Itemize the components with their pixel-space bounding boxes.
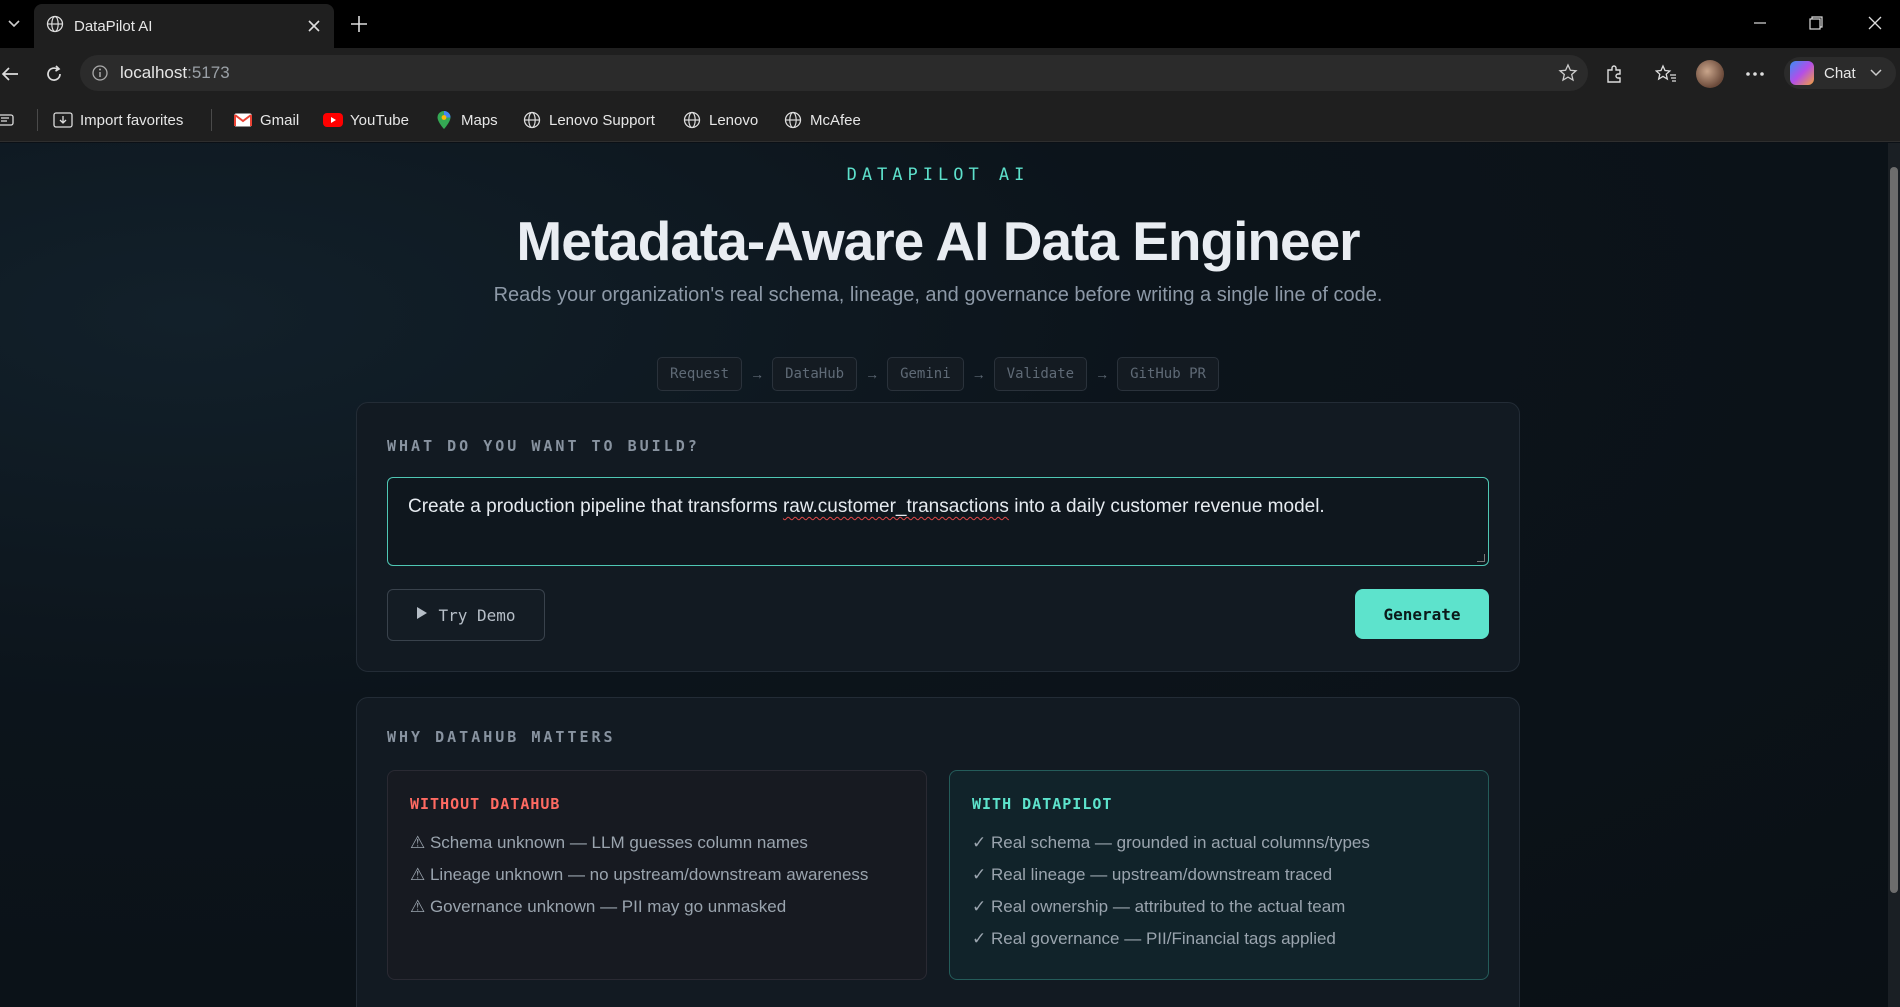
step-github-pr: GitHub PR	[1117, 357, 1219, 391]
url-text: localhost:5173	[120, 63, 230, 83]
with-item: ✓ Real ownership — attributed to the act…	[972, 897, 1346, 916]
address-bar[interactable]: localhost:5173	[80, 55, 1588, 91]
profile-avatar[interactable]	[1696, 60, 1724, 88]
step-arrow: →	[865, 366, 880, 382]
browser-toolbar: localhost:5173 Chat	[0, 48, 1900, 98]
step-arrow: →	[1095, 366, 1110, 382]
more-options-icon[interactable]	[1741, 60, 1769, 88]
bookmark-label: Gmail	[260, 111, 300, 129]
with-item: ✓ Real schema — grounded in actual colum…	[972, 833, 1370, 852]
bookmark-gmail[interactable]: Gmail	[233, 108, 299, 132]
step-arrow: →	[750, 366, 765, 382]
maps-pin-icon	[434, 110, 454, 130]
favorites-list-icon[interactable]	[1652, 60, 1680, 88]
back-arrow-icon[interactable]	[0, 60, 24, 88]
brand-eyebrow: DATAPILOT AI	[846, 165, 1030, 185]
without-datahub-panel: WITHOUT DATAHUB ⚠ Schema unknown — LLM g…	[387, 770, 927, 980]
bookmark-label: Lenovo	[709, 111, 759, 129]
bookmark-label: Import favorites	[80, 111, 184, 129]
import-favorites-icon	[53, 110, 73, 130]
bookmark-label: Maps	[461, 111, 498, 129]
bookmark-maps[interactable]: Maps	[434, 108, 498, 132]
favorite-star-icon[interactable]	[1556, 61, 1580, 85]
bookmark-mcafee[interactable]: McAfee	[783, 108, 861, 132]
bookmark-separator	[37, 109, 38, 131]
play-icon	[416, 606, 428, 624]
without-item: ⚠ Lineage unknown — no upstream/downstre…	[410, 865, 869, 884]
bookmark-lenovo-support[interactable]: Lenovo Support	[522, 108, 655, 132]
bookmark-label: McAfee	[810, 111, 861, 129]
scrollbar-thumb[interactable]	[1890, 167, 1898, 893]
gmail-icon	[233, 110, 253, 130]
copilot-icon	[1790, 61, 1814, 85]
bookmark-label: YouTube	[350, 111, 409, 129]
with-datapilot-panel: WITH DATAPILOT ✓ Real schema — grounded …	[949, 770, 1489, 980]
without-datahub-title: WITHOUT DATAHUB	[410, 795, 561, 813]
prompt-spellcheck-word: raw.customer_transactions	[782, 496, 1009, 517]
step-request: Request	[657, 357, 743, 391]
with-datapilot-title: WITH DATAPILOT	[972, 795, 1113, 813]
step-validate: Validate	[993, 357, 1088, 391]
page-title: Metadata-Aware AI Data Engineer	[516, 210, 1360, 272]
step-datahub: DataHub	[772, 357, 858, 391]
build-prompt-textarea[interactable]: Create a production pipeline that transf…	[387, 477, 1489, 566]
extensions-puzzle-icon[interactable]	[1600, 60, 1628, 88]
page-subtitle: Reads your organization's real schema, l…	[493, 284, 1383, 306]
site-info-icon[interactable]	[90, 63, 110, 83]
try-demo-button[interactable]: Try Demo	[387, 589, 545, 641]
new-tab-plus-icon[interactable]	[344, 10, 374, 38]
chevron-down-icon[interactable]	[1870, 66, 1882, 81]
url-host: localhost	[120, 63, 188, 82]
page-viewport: DATAPILOT AI Metadata-Aware AI Data Engi…	[0, 143, 1900, 1007]
generate-button[interactable]: Generate	[1355, 589, 1489, 639]
youtube-icon	[323, 110, 343, 130]
globe-icon	[46, 15, 64, 38]
restore-icon[interactable]	[1796, 8, 1836, 38]
prompt-text-end: into a daily customer revenue model.	[1008, 496, 1325, 517]
browser-tab-bar: DataPilot AI	[0, 0, 1900, 48]
tab-actions-chevron-icon[interactable]	[0, 10, 28, 38]
bookmark-youtube[interactable]: YouTube	[323, 108, 409, 132]
chat-label: Chat	[1824, 64, 1856, 82]
globe-icon	[783, 110, 803, 130]
globe-icon	[522, 110, 542, 130]
bookmark-label: Lenovo Support	[549, 111, 655, 129]
without-item: ⚠ Governance unknown — PII may go unmask…	[410, 897, 787, 916]
bookmarks-collection-icon[interactable]	[0, 108, 16, 132]
bookmark-lenovo[interactable]: Lenovo	[682, 108, 758, 132]
try-demo-label: Try Demo	[438, 605, 516, 625]
why-datahub-label: WHY DATAHUB MATTERS	[387, 728, 616, 746]
pipeline-steps: Request → DataHub → Gemini → Validate → …	[0, 357, 1876, 391]
tab-title: DataPilot AI	[74, 17, 153, 35]
step-arrow: →	[971, 366, 986, 382]
build-card: WHAT DO YOU WANT TO BUILD? Create a prod…	[356, 402, 1520, 672]
minimize-icon[interactable]	[1740, 8, 1780, 38]
bookmarks-bar: Import favorites Gmail YouTube Maps Leno…	[0, 98, 1900, 142]
prompt-text-start: Create a production pipeline that transf…	[408, 496, 783, 517]
generate-label: Generate	[1383, 604, 1461, 624]
globe-icon	[682, 110, 702, 130]
tab-active[interactable]: DataPilot AI	[34, 4, 334, 48]
reload-icon[interactable]	[40, 60, 68, 88]
with-item: ✓ Real governance — PII/Financial tags a…	[972, 929, 1336, 948]
bookmark-separator	[211, 109, 212, 131]
step-gemini: Gemini	[887, 357, 964, 391]
tab-close-icon[interactable]	[300, 12, 328, 40]
without-item: ⚠ Schema unknown — LLM guesses column na…	[410, 833, 808, 852]
build-card-label: WHAT DO YOU WANT TO BUILD?	[387, 437, 700, 455]
why-datahub-card: WHY DATAHUB MATTERS WITHOUT DATAHUB ⚠ Sc…	[356, 697, 1520, 1007]
copilot-chat-button[interactable]: Chat	[1784, 57, 1896, 89]
bookmark-import-favorites[interactable]: Import favorites	[53, 108, 183, 132]
resize-grip-icon[interactable]	[1477, 554, 1485, 562]
url-port: :5173	[187, 63, 230, 82]
with-item: ✓ Real lineage — upstream/downstream tra…	[972, 865, 1333, 884]
window-close-icon[interactable]	[1855, 8, 1895, 38]
